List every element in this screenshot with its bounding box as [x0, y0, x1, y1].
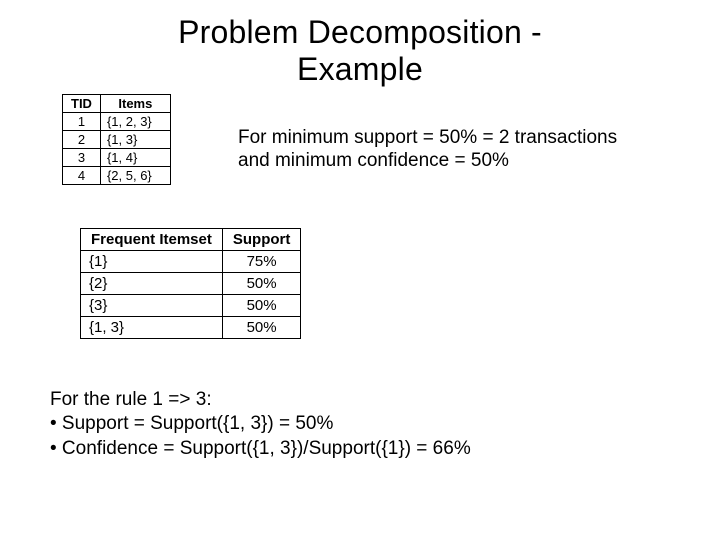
cell-tid: 1: [63, 112, 101, 130]
rule-derivation: For the rule 1 => 3: • Support = Support…: [50, 388, 471, 462]
support-condition-text: For minimum support = 50% = 2 transactio…: [238, 126, 617, 174]
table-row: {1, 3} 50%: [81, 316, 301, 338]
rule-line-1: For the rule 1 => 3:: [50, 388, 471, 413]
cell-items: {2, 5, 6}: [100, 166, 170, 184]
table-row: {1} 75%: [81, 250, 301, 272]
cell-support: 75%: [222, 250, 301, 272]
th-items: Items: [100, 94, 170, 112]
rule-line-3: • Confidence = Support({1, 3})/Support({…: [50, 437, 471, 462]
table-header-row: Frequent Itemset Support: [81, 228, 301, 250]
cell-items: {1, 3}: [100, 130, 170, 148]
cell-itemset: {1}: [81, 250, 223, 272]
support-line-2: and minimum confidence = 50%: [238, 150, 509, 171]
cell-itemset: {3}: [81, 294, 223, 316]
title-line-1: Problem Decomposition -: [178, 14, 542, 50]
cell-itemset: {1, 3}: [81, 316, 223, 338]
table-row: {3} 50%: [81, 294, 301, 316]
table-row: 2 {1, 3}: [63, 130, 171, 148]
table-row: 1 {1, 2, 3}: [63, 112, 171, 130]
table-row: {2} 50%: [81, 272, 301, 294]
table-row: 4 {2, 5, 6}: [63, 166, 171, 184]
th-frequent-itemset: Frequent Itemset: [81, 228, 223, 250]
table-row: 3 {1, 4}: [63, 148, 171, 166]
th-tid: TID: [63, 94, 101, 112]
cell-tid: 4: [63, 166, 101, 184]
cell-support: 50%: [222, 316, 301, 338]
cell-tid: 3: [63, 148, 101, 166]
support-line-1: For minimum support = 50% = 2 transactio…: [238, 127, 617, 148]
table-header-row: TID Items: [63, 94, 171, 112]
title-line-2: Example: [297, 51, 423, 87]
frequent-itemset-table: Frequent Itemset Support {1} 75% {2} 50%…: [80, 228, 301, 339]
rule-line-2: • Support = Support({1, 3}) = 50%: [50, 412, 471, 437]
slide-title: Problem Decomposition - Example: [0, 0, 720, 88]
th-support: Support: [222, 228, 301, 250]
transactions-table: TID Items 1 {1, 2, 3} 2 {1, 3} 3 {1, 4} …: [62, 94, 171, 185]
cell-items: {1, 4}: [100, 148, 170, 166]
cell-support: 50%: [222, 294, 301, 316]
cell-itemset: {2}: [81, 272, 223, 294]
cell-items: {1, 2, 3}: [100, 112, 170, 130]
cell-tid: 2: [63, 130, 101, 148]
cell-support: 50%: [222, 272, 301, 294]
